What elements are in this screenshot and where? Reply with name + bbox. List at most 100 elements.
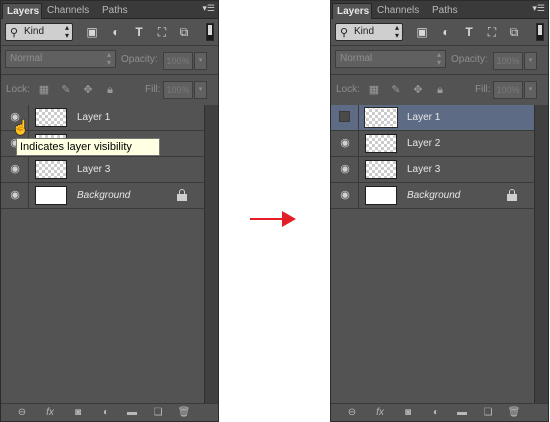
- layers-panel-before: Layers Channels Paths ▾☰ ⚲ Kind ▴ ▾ ▣ ◐ T…: [0, 0, 219, 422]
- fill-field[interactable]: 100%: [163, 81, 193, 99]
- kind-filter-label: Kind: [354, 26, 375, 37]
- blend-mode-select[interactable]: Normal ▴ ▾: [5, 50, 116, 68]
- lock-image-pixels-icon[interactable]: ✎: [389, 83, 403, 97]
- visibility-cell[interactable]: ◉: [1, 183, 29, 208]
- new-layer-icon[interactable]: ❏: [481, 406, 495, 419]
- stepper-arrows-icon: ▴ ▾: [436, 50, 441, 67]
- opacity-dropdown-icon[interactable]: ▾: [524, 52, 537, 70]
- layer-name: Background: [407, 190, 461, 201]
- visibility-cell[interactable]: [331, 105, 359, 130]
- trash-icon[interactable]: 🗑︎: [507, 406, 521, 419]
- opacity-field[interactable]: 100%: [493, 52, 523, 70]
- lock-label: Lock:: [336, 84, 360, 95]
- lock-position-icon[interactable]: ✥: [411, 83, 425, 97]
- layer-name: Background: [77, 190, 131, 201]
- link-layers-icon[interactable]: ⊖: [345, 406, 359, 419]
- lock-all-icon[interactable]: 🔒︎: [433, 83, 447, 97]
- new-layer-icon[interactable]: ❏: [151, 406, 165, 419]
- layer-name: Layer 2: [407, 138, 441, 149]
- filter-toggle-switch[interactable]: [536, 23, 544, 41]
- eye-icon[interactable]: ◉: [339, 163, 351, 175]
- add-mask-icon[interactable]: ◙: [401, 406, 415, 419]
- fill-dropdown-icon[interactable]: ▾: [524, 81, 537, 99]
- eye-icon[interactable]: ◉: [9, 189, 21, 201]
- eye-icon[interactable]: ◉: [339, 137, 351, 149]
- pixel-layer-filter-icon[interactable]: ▣: [85, 25, 99, 39]
- fill-field[interactable]: 100%: [493, 81, 523, 99]
- layer-row-layer-2[interactable]: ◉ Layer 2: [331, 131, 534, 157]
- layer-name: Layer 3: [77, 164, 111, 175]
- tab-layers[interactable]: Layers: [332, 3, 372, 19]
- fx-icon[interactable]: fx: [373, 406, 387, 419]
- layer-thumbnail: [35, 160, 67, 179]
- lock-position-icon[interactable]: ✥: [81, 83, 95, 97]
- kind-filter-select[interactable]: ⚲ Kind ▴ ▾: [5, 23, 73, 41]
- layer-name: Layer 1: [407, 112, 441, 123]
- lock-image-pixels-icon[interactable]: ✎: [59, 83, 73, 97]
- tab-paths[interactable]: Paths: [98, 3, 138, 18]
- blend-row: Normal ▴ ▾ Opacity: 100% ▾: [331, 46, 548, 75]
- shape-layer-filter-icon[interactable]: ⛶: [485, 25, 499, 39]
- add-mask-icon[interactable]: ◙: [71, 406, 85, 419]
- visibility-cell[interactable]: ◉: [331, 131, 359, 156]
- empty-visibility-box[interactable]: [339, 111, 350, 122]
- type-layer-filter-icon[interactable]: T: [132, 25, 146, 39]
- opacity-field[interactable]: 100%: [163, 52, 193, 70]
- adjustment-layer-filter-icon[interactable]: ◐: [109, 25, 123, 39]
- eye-icon[interactable]: ◉: [339, 189, 351, 201]
- visibility-tooltip: Indicates layer visibility: [16, 138, 160, 156]
- new-group-icon[interactable]: ▬: [455, 406, 469, 419]
- visibility-cell[interactable]: ◉: [1, 157, 29, 182]
- tab-channels[interactable]: Channels: [373, 3, 425, 18]
- layer-row-background[interactable]: ◉ Background: [331, 183, 534, 209]
- adjustment-layer-filter-icon[interactable]: ◐: [439, 25, 453, 39]
- lock-transparent-pixels-icon[interactable]: ▦: [367, 83, 381, 97]
- panel-menu-icon[interactable]: ▾☰: [532, 3, 545, 14]
- blend-mode-select[interactable]: Normal ▴ ▾: [335, 50, 446, 68]
- visibility-cell[interactable]: ◉: [331, 157, 359, 182]
- eye-icon[interactable]: ◉: [9, 163, 21, 175]
- scrollbar[interactable]: [534, 105, 548, 404]
- lock-transparent-pixels-icon[interactable]: ▦: [37, 83, 51, 97]
- new-group-icon[interactable]: ▬: [125, 406, 139, 419]
- stepper-arrows-icon: ▴ ▾: [106, 50, 111, 67]
- layer-thumbnail: [365, 186, 397, 205]
- visibility-cell[interactable]: ◉: [331, 183, 359, 208]
- pixel-layer-filter-icon[interactable]: ▣: [415, 25, 429, 39]
- type-layer-filter-icon[interactable]: T: [462, 25, 476, 39]
- tab-layers[interactable]: Layers: [2, 3, 42, 19]
- filter-row: ⚲ Kind ▴ ▾ ▣ ◐ T ⛶ ⧉: [1, 19, 218, 46]
- layer-thumbnail: [364, 107, 398, 128]
- layers-panel-after: Layers Channels Paths ▾☰ ⚲ Kind ▴ ▾ ▣ ◐ T…: [330, 0, 549, 422]
- lock-all-icon[interactable]: 🔒︎: [103, 83, 117, 97]
- tab-paths[interactable]: Paths: [428, 3, 468, 18]
- kind-filter-select[interactable]: ⚲ Kind ▴ ▾: [335, 23, 403, 41]
- layer-row-layer-3[interactable]: ◉ Layer 3: [331, 157, 534, 183]
- fill-label: Fill:: [145, 84, 161, 95]
- layer-row-layer-3[interactable]: ◉ Layer 3: [1, 157, 204, 183]
- blend-row: Normal ▴ ▾ Opacity: 100% ▾: [1, 46, 218, 75]
- filter-toggle-switch[interactable]: [206, 23, 214, 41]
- search-icon: ⚲: [10, 27, 19, 39]
- scrollbar[interactable]: [204, 105, 218, 404]
- tab-channels[interactable]: Channels: [43, 3, 95, 18]
- smart-object-filter-icon[interactable]: ⧉: [177, 25, 191, 39]
- kind-filter-label: Kind: [24, 26, 45, 37]
- layer-row-layer-1[interactable]: Layer 1: [331, 105, 534, 131]
- hand-cursor-icon: ☝: [12, 119, 30, 135]
- layer-row-background[interactable]: ◉ Background: [1, 183, 204, 209]
- fill-dropdown-icon[interactable]: ▾: [194, 81, 207, 99]
- fx-icon[interactable]: fx: [43, 406, 57, 419]
- opacity-dropdown-icon[interactable]: ▾: [194, 52, 207, 70]
- blend-mode-value: Normal: [340, 53, 373, 64]
- panel-tab-bar: Layers Channels Paths ▾☰: [331, 1, 548, 19]
- smart-object-filter-icon[interactable]: ⧉: [507, 25, 521, 39]
- shape-layer-filter-icon[interactable]: ⛶: [155, 25, 169, 39]
- layer-row-layer-1[interactable]: ◉ Layer 1: [1, 105, 204, 131]
- panel-menu-icon[interactable]: ▾☰: [202, 3, 215, 14]
- trash-icon[interactable]: 🗑︎: [177, 406, 191, 419]
- panel-tab-bar: Layers Channels Paths ▾☰: [1, 1, 218, 19]
- link-layers-icon[interactable]: ⊖: [15, 406, 29, 419]
- adjustment-layer-icon[interactable]: ◐: [429, 406, 443, 419]
- adjustment-layer-icon[interactable]: ◐: [99, 406, 113, 419]
